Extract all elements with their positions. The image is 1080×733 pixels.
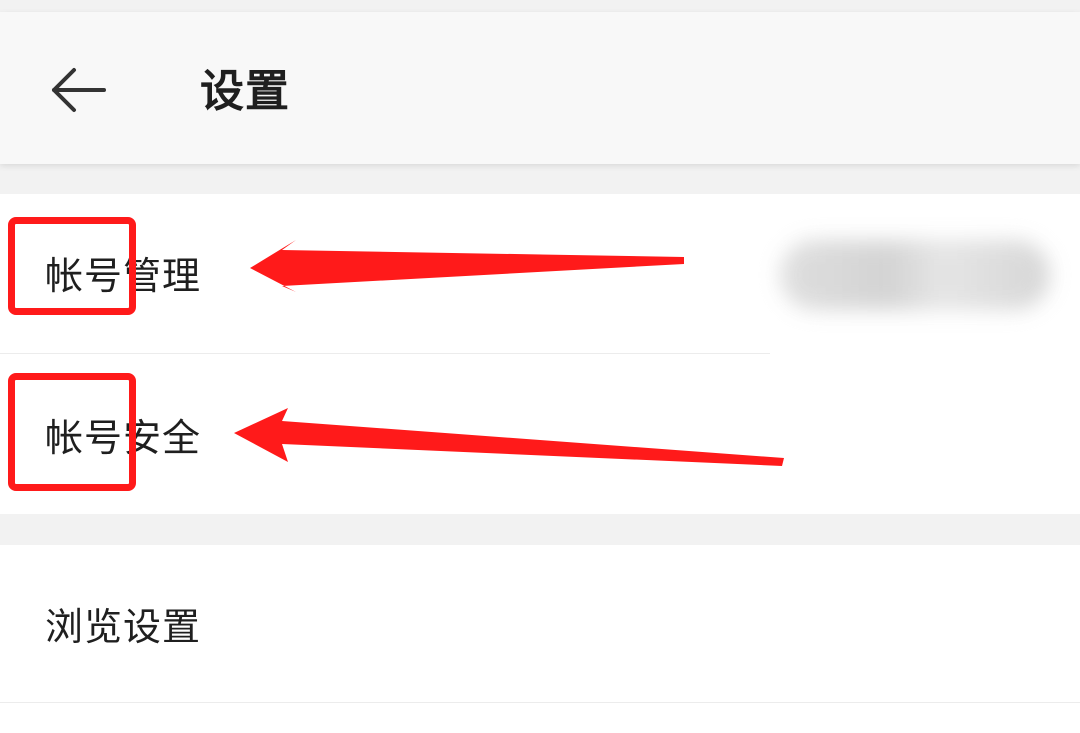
next-item-partial [0,703,1080,733]
settings-group-account: 帐号管理 帐号安全 [0,194,1080,514]
highlight-box-account-security [8,373,136,491]
browse-settings-item[interactable]: 浏览设置 [0,545,1080,703]
status-bar-sliver [0,0,1080,12]
browse-settings-label: 浏览设置 [45,605,202,649]
blurred-account-info [780,240,1050,310]
account-security-item[interactable]: 帐号安全 [0,354,1080,512]
page-title: 设置 [200,66,290,117]
arrow-left-icon [46,66,110,118]
back-button[interactable] [36,60,120,124]
highlight-box-account-management [8,217,136,315]
app-bar: 设置 [0,12,1080,164]
settings-group-browse: 浏览设置 [0,545,1080,703]
